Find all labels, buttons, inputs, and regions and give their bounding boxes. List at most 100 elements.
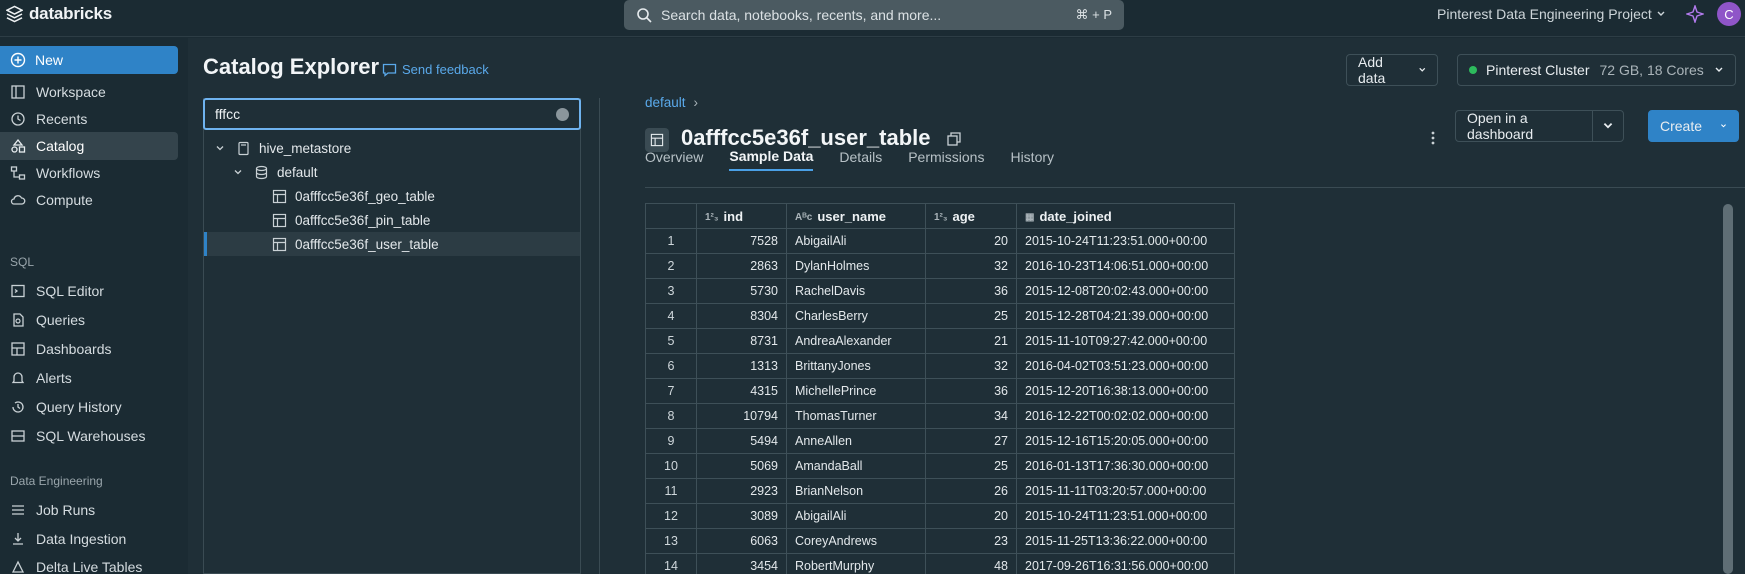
user-name-cell[interactable]: MichellePrince bbox=[786, 378, 926, 404]
date-joined-cell[interactable]: 2015-10-24T11:23:51.000+00:00 bbox=[1016, 503, 1235, 529]
user-name-cell[interactable]: AbigailAli bbox=[786, 228, 926, 254]
user-name-cell[interactable]: DylanHolmes bbox=[786, 253, 926, 279]
sidebar-item-recents[interactable]: Recents bbox=[0, 105, 178, 133]
tab-overview[interactable]: Overview bbox=[645, 143, 703, 171]
databricks-logo[interactable]: databricks bbox=[6, 3, 112, 25]
sidebar-item-workspace[interactable]: Workspace bbox=[0, 78, 178, 106]
date-joined-cell[interactable]: 2017-09-26T16:31:56.000+00:00 bbox=[1016, 553, 1235, 574]
date-joined-cell[interactable]: 2015-10-24T11:23:51.000+00:00 bbox=[1016, 228, 1235, 254]
sidebar-item-queries[interactable]: Queries bbox=[0, 306, 178, 334]
row-number-cell[interactable]: 8 bbox=[645, 403, 697, 429]
ind-cell[interactable]: 4315 bbox=[696, 378, 787, 404]
date-joined-cell[interactable]: 2016-01-13T17:36:30.000+00:00 bbox=[1016, 453, 1235, 479]
scrollbar-thumb[interactable] bbox=[1723, 204, 1733, 574]
tree-node-table-pin[interactable]: 0afffcc5e36f_pin_table bbox=[204, 208, 580, 232]
age-cell[interactable]: 25 bbox=[925, 453, 1017, 479]
row-number-cell[interactable]: 1 bbox=[645, 228, 697, 254]
row-number-cell[interactable]: 11 bbox=[645, 478, 697, 504]
ind-cell[interactable]: 6063 bbox=[696, 528, 787, 554]
tab-details[interactable]: Details bbox=[839, 143, 882, 171]
user-avatar[interactable]: C bbox=[1717, 2, 1741, 26]
sidebar-item-sql-editor[interactable]: SQL Editor bbox=[0, 277, 178, 305]
tree-node-schema[interactable]: default bbox=[204, 160, 580, 184]
user-name-cell[interactable]: BrittanyJones bbox=[786, 353, 926, 379]
tree-node-table-user[interactable]: 0afffcc5e36f_user_table bbox=[204, 232, 580, 256]
add-data-button[interactable]: Add data bbox=[1346, 54, 1438, 86]
row-number-cell[interactable]: 12 bbox=[645, 503, 697, 529]
tree-node-table-geo[interactable]: 0afffcc5e36f_geo_table bbox=[204, 184, 580, 208]
user-name-cell[interactable]: CharlesBerry bbox=[786, 303, 926, 329]
table-scrollbar[interactable] bbox=[1723, 204, 1733, 574]
column-header-date-joined[interactable]: ▦ date_joined bbox=[1016, 203, 1235, 229]
panel-divider[interactable] bbox=[599, 98, 600, 574]
row-number-cell[interactable]: 4 bbox=[645, 303, 697, 329]
age-cell[interactable]: 23 bbox=[925, 528, 1017, 554]
row-number-cell[interactable]: 9 bbox=[645, 428, 697, 454]
column-header-ind[interactable]: 1²₃ ind bbox=[696, 203, 787, 229]
sidebar-item-workflows[interactable]: Workflows bbox=[0, 159, 178, 187]
ind-cell[interactable]: 7528 bbox=[696, 228, 787, 254]
date-joined-cell[interactable]: 2015-12-16T15:20:05.000+00:00 bbox=[1016, 428, 1235, 454]
sidebar-item-sql-warehouses[interactable]: SQL Warehouses bbox=[0, 422, 178, 450]
ind-cell[interactable]: 3089 bbox=[696, 503, 787, 529]
date-joined-cell[interactable]: 2015-11-25T13:36:22.000+00:00 bbox=[1016, 528, 1235, 554]
ind-cell[interactable]: 2863 bbox=[696, 253, 787, 279]
open-in-dashboard-button[interactable]: Open in a dashboard bbox=[1455, 110, 1593, 142]
age-cell[interactable]: 48 bbox=[925, 553, 1017, 574]
date-joined-cell[interactable]: 2015-12-28T04:21:39.000+00:00 bbox=[1016, 303, 1235, 329]
ind-cell[interactable]: 5730 bbox=[696, 278, 787, 304]
workspace-selector[interactable]: Pinterest Data Engineering Project bbox=[1437, 6, 1666, 22]
global-search[interactable]: Search data, notebooks, recents, and mor… bbox=[624, 0, 1124, 30]
row-number-cell[interactable]: 5 bbox=[645, 328, 697, 354]
user-name-cell[interactable]: AndreaAlexander bbox=[786, 328, 926, 354]
age-cell[interactable]: 25 bbox=[925, 303, 1017, 329]
ind-cell[interactable]: 2923 bbox=[696, 478, 787, 504]
date-joined-cell[interactable]: 2016-10-23T14:06:51.000+00:00 bbox=[1016, 253, 1235, 279]
age-cell[interactable]: 20 bbox=[925, 228, 1017, 254]
catalog-filter-input[interactable]: fffcc bbox=[203, 98, 581, 130]
user-name-cell[interactable]: AbigailAli bbox=[786, 503, 926, 529]
sidebar-item-data-ingestion[interactable]: Data Ingestion bbox=[0, 525, 178, 553]
age-cell[interactable]: 32 bbox=[925, 253, 1017, 279]
user-name-cell[interactable]: RachelDavis bbox=[786, 278, 926, 304]
age-cell[interactable]: 36 bbox=[925, 278, 1017, 304]
clear-filter-icon[interactable] bbox=[556, 108, 569, 121]
tree-node-metastore[interactable]: hive_metastore bbox=[204, 136, 580, 160]
ind-cell[interactable]: 8304 bbox=[696, 303, 787, 329]
new-button[interactable]: New bbox=[0, 46, 178, 74]
user-name-cell[interactable]: AnneAllen bbox=[786, 428, 926, 454]
ind-cell[interactable]: 3454 bbox=[696, 553, 787, 574]
send-feedback-link[interactable]: Send feedback bbox=[382, 62, 489, 77]
date-joined-cell[interactable]: 2015-12-08T20:02:43.000+00:00 bbox=[1016, 278, 1235, 304]
date-joined-cell[interactable]: 2015-11-11T03:20:57.000+00:00 bbox=[1016, 478, 1235, 504]
user-name-cell[interactable]: AmandaBall bbox=[786, 453, 926, 479]
row-number-cell[interactable]: 6 bbox=[645, 353, 697, 379]
breadcrumb-schema-link[interactable]: default bbox=[645, 95, 686, 110]
user-name-cell[interactable]: ThomasTurner bbox=[786, 403, 926, 429]
sidebar-item-delta-live-tables[interactable]: Delta Live Tables bbox=[0, 553, 178, 574]
age-cell[interactable]: 34 bbox=[925, 403, 1017, 429]
age-cell[interactable]: 26 bbox=[925, 478, 1017, 504]
date-joined-cell[interactable]: 2016-12-22T00:02:02.000+00:00 bbox=[1016, 403, 1235, 429]
ind-cell[interactable]: 5494 bbox=[696, 428, 787, 454]
sidebar-item-alerts[interactable]: Alerts bbox=[0, 364, 178, 392]
ind-cell[interactable]: 5069 bbox=[696, 453, 787, 479]
date-joined-cell[interactable]: 2015-11-10T09:27:42.000+00:00 bbox=[1016, 328, 1235, 354]
column-header-age[interactable]: 1²₃ age bbox=[925, 203, 1017, 229]
tab-history[interactable]: History bbox=[1010, 143, 1054, 171]
tab-permissions[interactable]: Permissions bbox=[908, 143, 984, 171]
row-number-cell[interactable]: 14 bbox=[645, 553, 697, 574]
age-cell[interactable]: 32 bbox=[925, 353, 1017, 379]
sidebar-item-job-runs[interactable]: Job Runs bbox=[0, 496, 178, 524]
tab-sample-data[interactable]: Sample Data bbox=[729, 143, 814, 171]
date-joined-cell[interactable]: 2016-04-02T03:51:23.000+00:00 bbox=[1016, 353, 1235, 379]
sidebar-item-dashboards[interactable]: Dashboards bbox=[0, 335, 178, 363]
ind-cell[interactable]: 10794 bbox=[696, 403, 787, 429]
user-name-cell[interactable]: BrianNelson bbox=[786, 478, 926, 504]
create-button[interactable]: Create bbox=[1648, 110, 1739, 142]
ind-cell[interactable]: 1313 bbox=[696, 353, 787, 379]
cluster-selector[interactable]: Pinterest Cluster 72 GB, 18 Cores bbox=[1457, 54, 1736, 86]
sidebar-item-query-history[interactable]: Query History bbox=[0, 393, 178, 421]
row-number-cell[interactable]: 3 bbox=[645, 278, 697, 304]
user-name-cell[interactable]: CoreyAndrews bbox=[786, 528, 926, 554]
